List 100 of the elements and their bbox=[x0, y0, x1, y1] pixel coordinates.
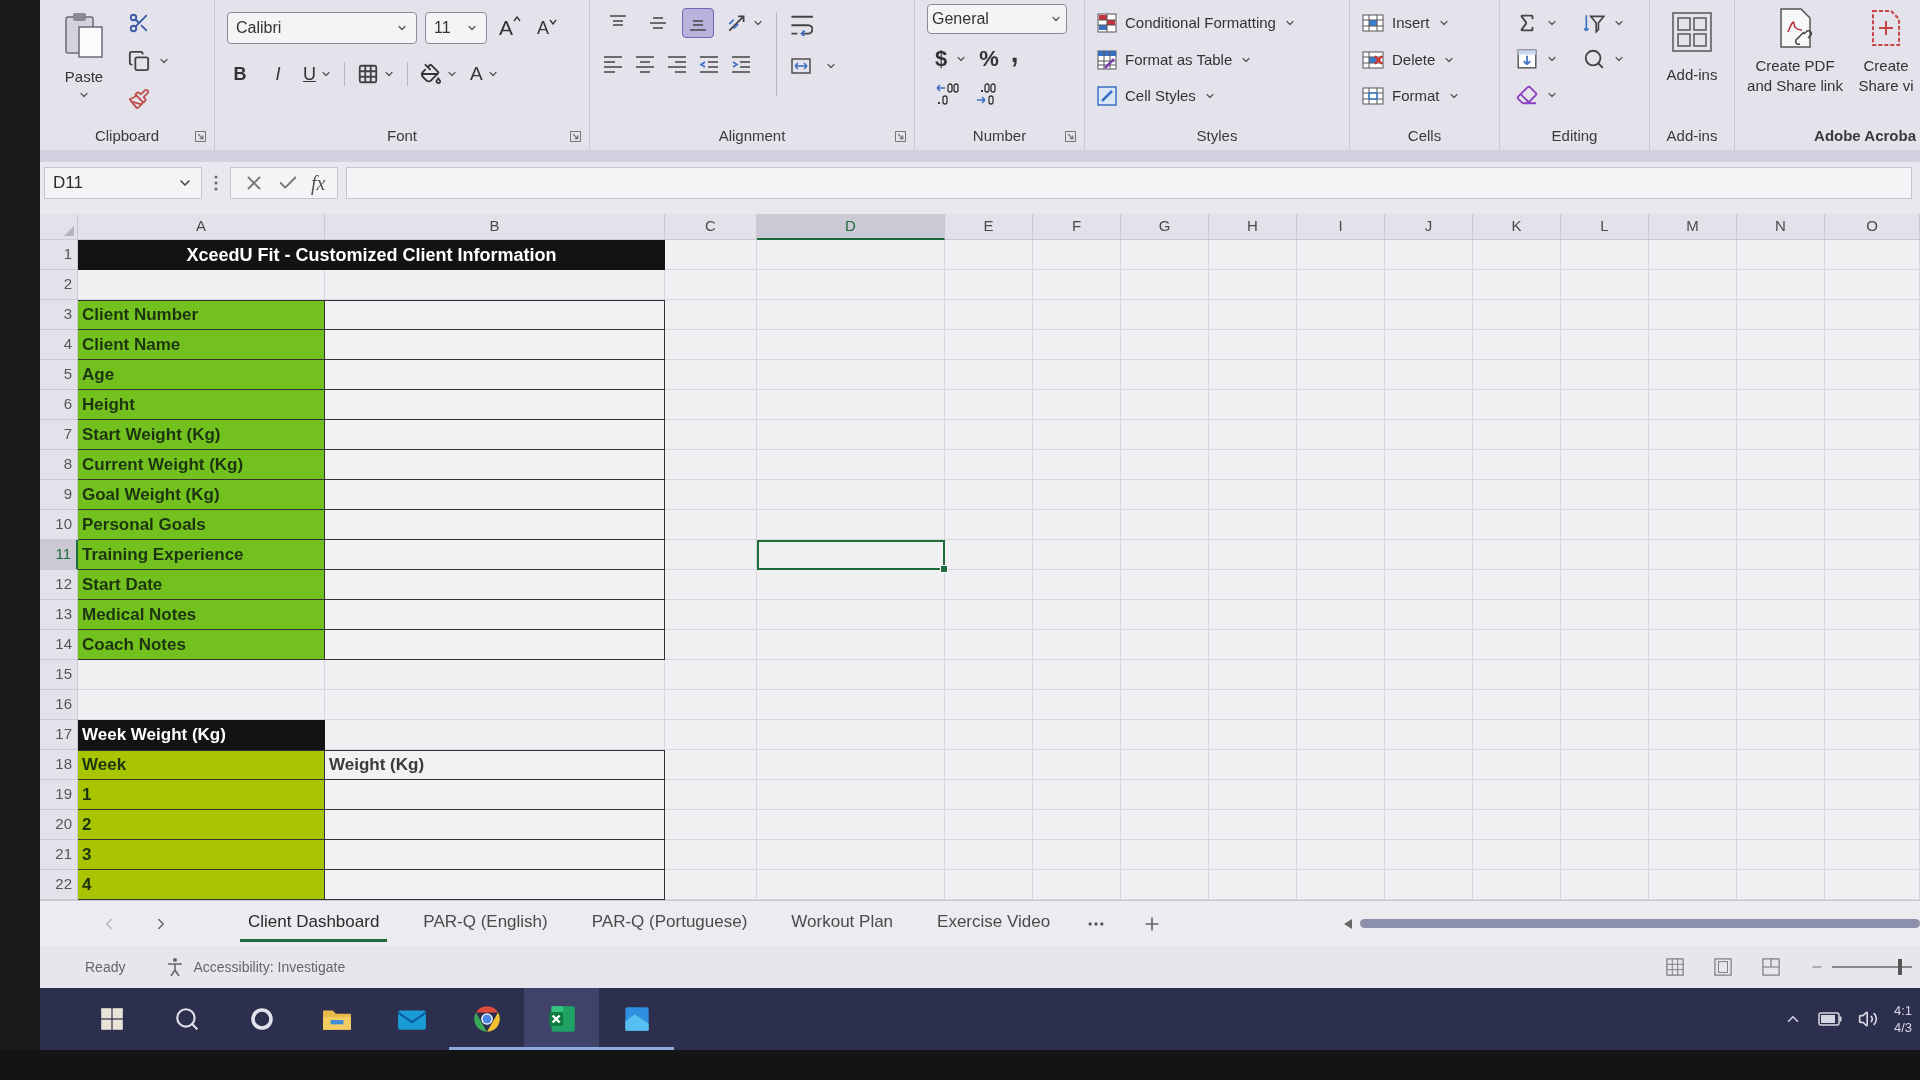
adobe-button[interactable]: Create PDF and Share link bbox=[1747, 8, 1843, 96]
input-cell[interactable] bbox=[325, 810, 665, 840]
fill-handle[interactable] bbox=[940, 565, 948, 573]
input-cell[interactable] bbox=[325, 420, 665, 450]
scrollbar-thumb[interactable] bbox=[1360, 919, 1920, 928]
input-cell[interactable] bbox=[325, 570, 665, 600]
input-cell[interactable] bbox=[325, 540, 665, 570]
page-view-icon[interactable] bbox=[1714, 958, 1732, 976]
input-cell[interactable] bbox=[325, 330, 665, 360]
underline-button[interactable]: U bbox=[303, 60, 332, 89]
row-header: 14 bbox=[40, 630, 78, 660]
decrease-indent-icon[interactable] bbox=[698, 54, 720, 74]
battery-icon[interactable] bbox=[1817, 1012, 1842, 1026]
four-squares-icon bbox=[1672, 12, 1712, 52]
conditional-formatting-button[interactable]: Conditional Formatting bbox=[1097, 12, 1349, 35]
speaker-icon[interactable] bbox=[1857, 1009, 1878, 1029]
row-header: 10 bbox=[40, 510, 78, 540]
caret-up-icon bbox=[513, 16, 521, 23]
font-name-dropdown[interactable]: Calibri bbox=[227, 12, 417, 44]
add-ins-button[interactable]: Add-ins bbox=[1666, 12, 1718, 87]
currency-button[interactable]: $ bbox=[935, 42, 968, 75]
align-right-icon[interactable] bbox=[666, 54, 688, 74]
align-center-icon[interactable] bbox=[634, 54, 656, 74]
font-color-button[interactable]: A bbox=[470, 60, 499, 89]
input-cell[interactable] bbox=[325, 480, 665, 510]
column-header: M bbox=[1649, 214, 1737, 240]
insert-function-button[interactable]: fx bbox=[311, 168, 326, 198]
clock[interactable]: 4:1 4/3 bbox=[1893, 1002, 1912, 1036]
borders-button[interactable] bbox=[357, 63, 395, 86]
input-cell[interactable] bbox=[325, 360, 665, 390]
delete-button[interactable]: Delete bbox=[1362, 48, 1499, 71]
grow-font-button[interactable]: A bbox=[495, 12, 525, 44]
input-cell[interactable] bbox=[325, 390, 665, 420]
cell-style-icon bbox=[1097, 86, 1117, 107]
taskbar-app[interactable] bbox=[524, 988, 599, 1050]
dialog-launcher-icon[interactable] bbox=[895, 130, 906, 142]
zoom-slider-thumb[interactable] bbox=[1898, 959, 1902, 975]
row-header: 11 bbox=[40, 540, 78, 570]
number-format-dropdown[interactable]: General bbox=[927, 4, 1067, 34]
group-label: Font bbox=[387, 125, 417, 146]
grid-view-icon[interactable] bbox=[1666, 958, 1684, 976]
font-size-dropdown[interactable]: 11 bbox=[425, 12, 487, 44]
paint-bucket-icon bbox=[420, 63, 442, 86]
highlighted-grid-icon bbox=[1097, 13, 1117, 34]
label-cell: Start Date bbox=[78, 570, 325, 600]
paste-button[interactable]: Paste bbox=[52, 8, 116, 101]
fill-color-button[interactable] bbox=[420, 63, 458, 86]
input-cell[interactable] bbox=[325, 870, 665, 900]
align-left-icon[interactable] bbox=[602, 54, 624, 74]
row-header: 1 bbox=[40, 240, 78, 270]
funnel-icon bbox=[1582, 12, 1605, 34]
input-cell[interactable] bbox=[325, 450, 665, 480]
row-header: 19 bbox=[40, 780, 78, 810]
input-cell[interactable] bbox=[325, 780, 665, 810]
sheet-tab[interactable]: Exercise Video bbox=[929, 905, 1059, 942]
name-box[interactable]: D11 bbox=[44, 167, 202, 199]
circle-ring-icon bbox=[249, 1007, 274, 1031]
corner-cell[interactable] bbox=[40, 214, 78, 240]
input-cell[interactable] bbox=[325, 840, 665, 870]
comma-button[interactable]: , bbox=[1010, 38, 1019, 67]
percent-button[interactable]: % bbox=[979, 42, 999, 75]
formula-input[interactable] bbox=[346, 167, 1912, 199]
input-cell[interactable] bbox=[325, 600, 665, 630]
scissors-icon[interactable] bbox=[128, 12, 150, 34]
format-as-table-button[interactable]: Format as Table bbox=[1097, 48, 1349, 71]
input-cell[interactable] bbox=[325, 300, 665, 330]
eraser-icon bbox=[1516, 84, 1538, 106]
row-header: 7 bbox=[40, 420, 78, 450]
dialog-launcher-icon[interactable] bbox=[1065, 130, 1076, 142]
paintbrush-icon[interactable] bbox=[128, 88, 150, 110]
sheet-tab[interactable]: Workout Plan bbox=[783, 905, 902, 942]
dialog-launcher-icon[interactable] bbox=[570, 130, 581, 142]
scroll-left-arrow-icon[interactable] bbox=[1344, 918, 1352, 929]
bold-button[interactable]: B bbox=[227, 60, 253, 89]
increase-indent-icon[interactable] bbox=[730, 54, 752, 74]
shrink-font-button[interactable]: A bbox=[533, 14, 562, 42]
input-cell[interactable] bbox=[325, 510, 665, 540]
cell-styles-button[interactable]: Cell Styles bbox=[1097, 85, 1349, 108]
column-header: L bbox=[1561, 214, 1649, 240]
sheet-tab[interactable]: Client Dashboard bbox=[240, 905, 388, 942]
dialog-launcher-icon[interactable] bbox=[195, 130, 206, 142]
label-cell: Training Experience bbox=[78, 540, 325, 570]
align-bottom-button[interactable] bbox=[682, 8, 714, 38]
label-cell: Height bbox=[78, 390, 325, 420]
selected-cell[interactable] bbox=[757, 540, 945, 570]
italic-button[interactable]: I bbox=[265, 60, 291, 89]
label-cell: 3 bbox=[78, 840, 325, 870]
sheet-tab[interactable]: PAR-Q (English) bbox=[415, 905, 556, 942]
insert-button[interactable]: Insert bbox=[1362, 12, 1499, 35]
adobe-button[interactable]: Create Share vi bbox=[1855, 8, 1917, 96]
increase-decimal-icon[interactable] bbox=[975, 83, 999, 105]
input-cell[interactable] bbox=[325, 630, 665, 660]
sheet-tab[interactable]: PAR-Q (Portuguese) bbox=[583, 905, 756, 942]
row-header: 16 bbox=[40, 690, 78, 720]
document-link-icon bbox=[1778, 8, 1812, 48]
format-button[interactable]: Format bbox=[1362, 85, 1499, 108]
decrease-decimal-icon[interactable] bbox=[935, 83, 959, 105]
row-header: 4 bbox=[40, 330, 78, 360]
merge-button[interactable] bbox=[789, 56, 837, 76]
copy-button[interactable] bbox=[128, 50, 170, 72]
